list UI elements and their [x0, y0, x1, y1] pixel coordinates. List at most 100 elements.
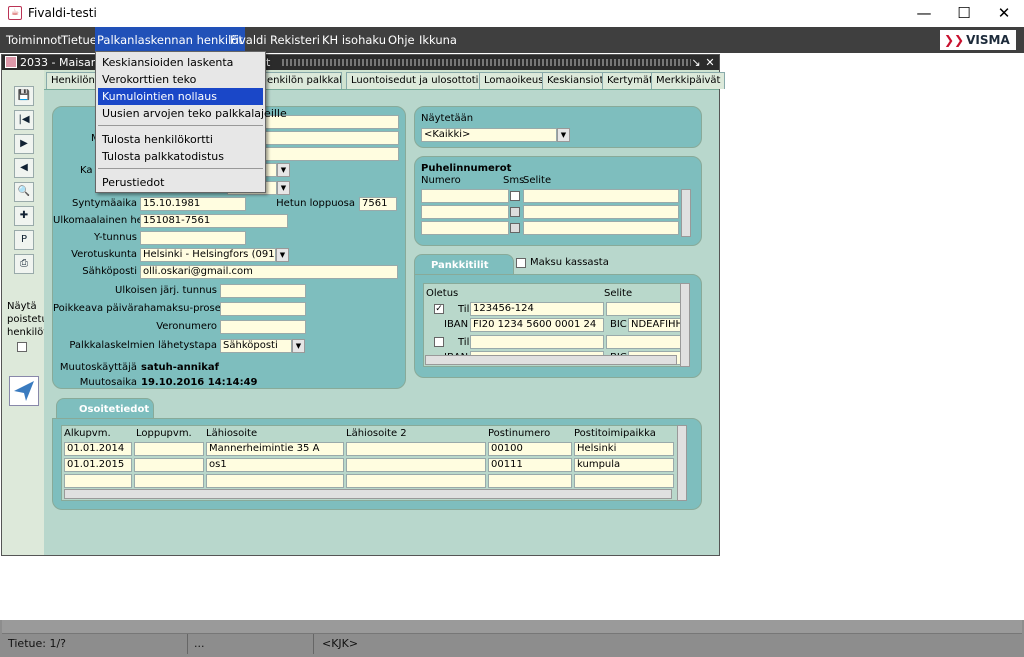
bank-desc-2[interactable] [606, 335, 682, 349]
bank-hscroll[interactable] [425, 355, 677, 365]
address-vscroll[interactable] [677, 425, 687, 501]
new-record-icon[interactable]: ✚ [14, 206, 34, 226]
address-row2-start[interactable]: 01.01.2015 [64, 458, 132, 472]
address-row2-zip[interactable]: 00111 [488, 458, 572, 472]
address-row3-start[interactable] [64, 474, 132, 488]
phone-sms-checkbox-1[interactable] [510, 191, 520, 201]
menu-toiminnot[interactable]: Toiminnot [4, 27, 64, 53]
tax-number-field[interactable] [220, 320, 306, 334]
menu-item-uusien-arvojen-teko[interactable]: Uusien arvojen teko palkkalajeille [98, 105, 287, 122]
phone-number-2[interactable] [421, 205, 509, 219]
address-row3-city[interactable] [574, 474, 674, 488]
address-row3-street2[interactable] [346, 474, 486, 488]
titlebar-grip [282, 59, 691, 66]
save-icon[interactable]: 💾 [14, 86, 34, 106]
maximize-button[interactable]: ☐ [944, 0, 984, 27]
taxmun-dropdown-icon[interactable]: ▼ [276, 248, 289, 262]
ytunnus-field[interactable] [140, 231, 246, 245]
combo-arrow-icon[interactable]: ▼ [277, 163, 290, 177]
foreign-hetu-field[interactable]: 151081-7561 [140, 214, 288, 228]
address-row2-city[interactable]: kumpula [574, 458, 674, 472]
menu-kh-isohaku[interactable]: KH isohaku [320, 27, 388, 53]
hetu-tail-field[interactable]: 7561 [359, 197, 397, 211]
email-field[interactable]: olli.oskari@gmail.com [140, 265, 398, 279]
menu-ohje[interactable]: Ohje [386, 27, 417, 53]
address-row1-end[interactable] [134, 442, 204, 456]
address-row1-city[interactable]: Helsinki [574, 442, 674, 456]
tab-kertymat[interactable]: Kertymät [602, 72, 658, 89]
minimize-button[interactable]: — [904, 0, 944, 27]
phone-sms-checkbox-3[interactable] [510, 223, 520, 233]
address-row3-zip[interactable] [488, 474, 572, 488]
menu-item-keskiansioiden-laskenta[interactable]: Keskiansioiden laskenta [98, 54, 263, 71]
birthdate-field[interactable]: 15.10.1981 [140, 197, 246, 211]
tab-henkilon-perustiedot[interactable]: Henkilön pe [46, 72, 102, 89]
first-record-icon[interactable]: |◀ [14, 110, 34, 130]
tab-keskiansiot[interactable]: Keskiansiot [542, 72, 609, 89]
taxmun-field[interactable]: Helsinki - Helsingfors (091) [140, 248, 276, 262]
combo-arrow-icon[interactable]: ▼ [277, 181, 290, 195]
print-icon[interactable]: ⎙ [14, 254, 34, 274]
menu-rekisteri[interactable]: Rekisteri [268, 27, 322, 53]
previous-record-icon[interactable]: ◀ [14, 158, 34, 178]
daily-allowance-field[interactable] [220, 302, 306, 316]
tab-merkkipaivat[interactable]: Merkkipäivät [651, 72, 726, 89]
form-close-icon[interactable]: ✕ [704, 55, 716, 70]
bank-account-2[interactable] [470, 335, 604, 349]
address-row1-street[interactable]: Mannerheimintie 35 A [206, 442, 344, 456]
cash-payment-checkbox[interactable] [516, 258, 526, 268]
menu-ikkuna[interactable]: Ikkuna [417, 27, 459, 53]
bank-account-1[interactable]: 123456-124 [470, 302, 604, 316]
form-minimize-icon[interactable]: ↘ [690, 55, 702, 70]
menu-item-perustiedot[interactable]: Perustiedot [98, 174, 263, 191]
address-hscroll[interactable] [64, 489, 672, 499]
show-dropdown-icon[interactable]: ▼ [557, 128, 570, 142]
bank-bic-1[interactable]: NDEAFIHH [628, 318, 682, 332]
payslip-method-dropdown-icon[interactable]: ▼ [292, 339, 305, 353]
modified-time-label: Muutosaika [79, 377, 137, 388]
address-row2-street[interactable]: os1 [206, 458, 344, 472]
show-deleted-checkbox[interactable] [17, 342, 27, 352]
menu-tietue[interactable]: Tietue [59, 27, 99, 53]
show-select[interactable]: <Kaikki> [421, 128, 557, 142]
address-row1-street2[interactable] [346, 442, 486, 456]
search-icon[interactable]: 🔍 [14, 182, 34, 202]
bank-tab[interactable]: Pankkitilit [414, 254, 514, 276]
phone-desc-1[interactable] [523, 189, 679, 203]
bank-default-checkbox-2[interactable] [434, 337, 444, 347]
bank-bic-label-1: BIC [610, 319, 627, 330]
menu-item-kumulointien-nollaus[interactable]: Kumulointien nollaus [98, 88, 263, 105]
close-button[interactable]: ✕ [984, 0, 1024, 27]
menu-item-tulosta-henkilokortti[interactable]: Tulosta henkilökortti [98, 131, 263, 148]
bank-iban-1[interactable]: FI20 1234 5600 0001 24 [470, 318, 604, 332]
address-row2-end[interactable] [134, 458, 204, 472]
address-tab[interactable]: Osoitetiedot [56, 398, 154, 420]
p-icon[interactable]: P [14, 230, 34, 250]
tab-henkilon-palkkalajit[interactable]: enkilön palkkalajit [262, 72, 342, 89]
show-panel: Näytetään <Kaikki> ▼ [414, 106, 702, 148]
address-row2-street2[interactable] [346, 458, 486, 472]
next-record-icon[interactable]: ▶ [14, 134, 34, 154]
bank-desc-1[interactable] [606, 302, 682, 316]
show-label: Näytetään [421, 113, 474, 124]
menu-item-tulosta-palkkatodistus[interactable]: Tulosta palkkatodistus [98, 148, 263, 165]
address-row3-end[interactable] [134, 474, 204, 488]
payslip-method-field[interactable]: Sähköposti [220, 339, 292, 353]
menu-item-verokorttien-teko[interactable]: Verokorttien teko [98, 71, 263, 88]
phone-number-1[interactable] [421, 189, 509, 203]
email-label: Sähköposti [82, 266, 137, 277]
bank-default-checkbox-1[interactable]: ✓ [434, 304, 444, 314]
menu-fivaldi[interactable]: Fivaldi [228, 27, 269, 53]
bank-vscroll[interactable] [680, 283, 690, 367]
address-row1-zip[interactable]: 00100 [488, 442, 572, 456]
phone-desc-3[interactable] [523, 221, 679, 235]
phone-desc-2[interactable] [523, 205, 679, 219]
address-row1-start[interactable]: 01.01.2014 [64, 442, 132, 456]
ext-id-field[interactable] [220, 284, 306, 298]
address-row3-street[interactable] [206, 474, 344, 488]
menu-palkanlaskennan-henkilot[interactable]: Palkanlaskennan henkilöt [95, 27, 245, 53]
phone-scrollbar[interactable] [681, 189, 691, 237]
tab-lomaoikeus[interactable]: Lomaoikeus [479, 72, 549, 89]
phone-sms-checkbox-2[interactable] [510, 207, 520, 217]
phone-number-3[interactable] [421, 221, 509, 235]
